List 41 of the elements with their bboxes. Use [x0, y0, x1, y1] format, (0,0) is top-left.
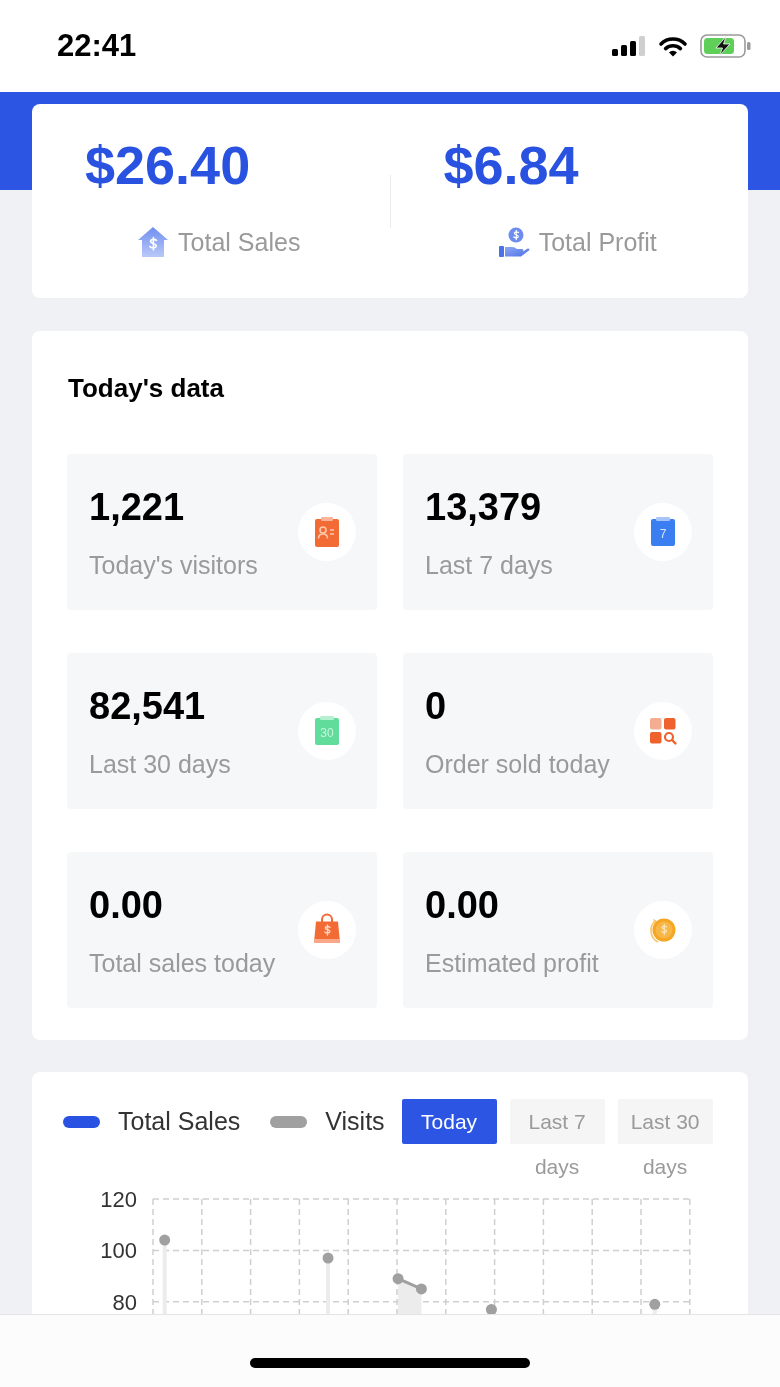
clipboard-person-icon [298, 503, 356, 561]
data-point [322, 1252, 334, 1264]
stat-label: Order sold today [425, 749, 611, 779]
hand-coin-icon [497, 226, 530, 258]
stat-label: Today's visitors [89, 550, 259, 580]
stat-label: Last 7 days [425, 550, 554, 580]
summary-value: $26.40 [85, 134, 251, 197]
coin-icon [634, 901, 692, 959]
data-point [159, 1234, 171, 1246]
data-point [649, 1298, 661, 1310]
stat-label: Estimated profit [425, 948, 600, 978]
data-point [415, 1283, 427, 1295]
y-axis-label: 100 [100, 1238, 137, 1264]
range-tab[interactable]: Today [401, 1099, 497, 1144]
stat-value: 13,379 [425, 485, 543, 530]
status-time: 22:41 [57, 28, 137, 64]
wifi-icon [657, 35, 689, 57]
stat-value: 0.00 [89, 883, 164, 928]
shopping-bag-icon [298, 901, 356, 959]
y-axis-label: 80 [112, 1289, 137, 1315]
section-title: Today's data [68, 373, 225, 403]
calendar-icon: 30 [298, 702, 356, 760]
stat-value: 0.00 [425, 883, 500, 928]
battery-icon [700, 34, 752, 58]
stat-value: 82,541 [89, 684, 207, 729]
data-point [485, 1304, 497, 1315]
stat-value: 0 [425, 684, 448, 729]
stat-value: 1,221 [89, 485, 186, 530]
summary-value: $6.84 [443, 134, 579, 197]
stat-label: Total sales today [89, 948, 277, 978]
stat-label: Last 30 days [89, 749, 232, 779]
calendar-icon: 7 [634, 503, 692, 561]
y-axis-label: 120 [100, 1189, 137, 1212]
summary-label: Total Profit [538, 227, 657, 258]
legend-label: Visits [325, 1107, 385, 1136]
signal-icon [612, 36, 646, 56]
house-dollar-icon [137, 226, 170, 258]
data-point [392, 1273, 404, 1285]
grid-search-icon [634, 702, 692, 760]
summary-label: Total Sales [178, 227, 301, 258]
legend-label: Total Sales [118, 1107, 241, 1136]
